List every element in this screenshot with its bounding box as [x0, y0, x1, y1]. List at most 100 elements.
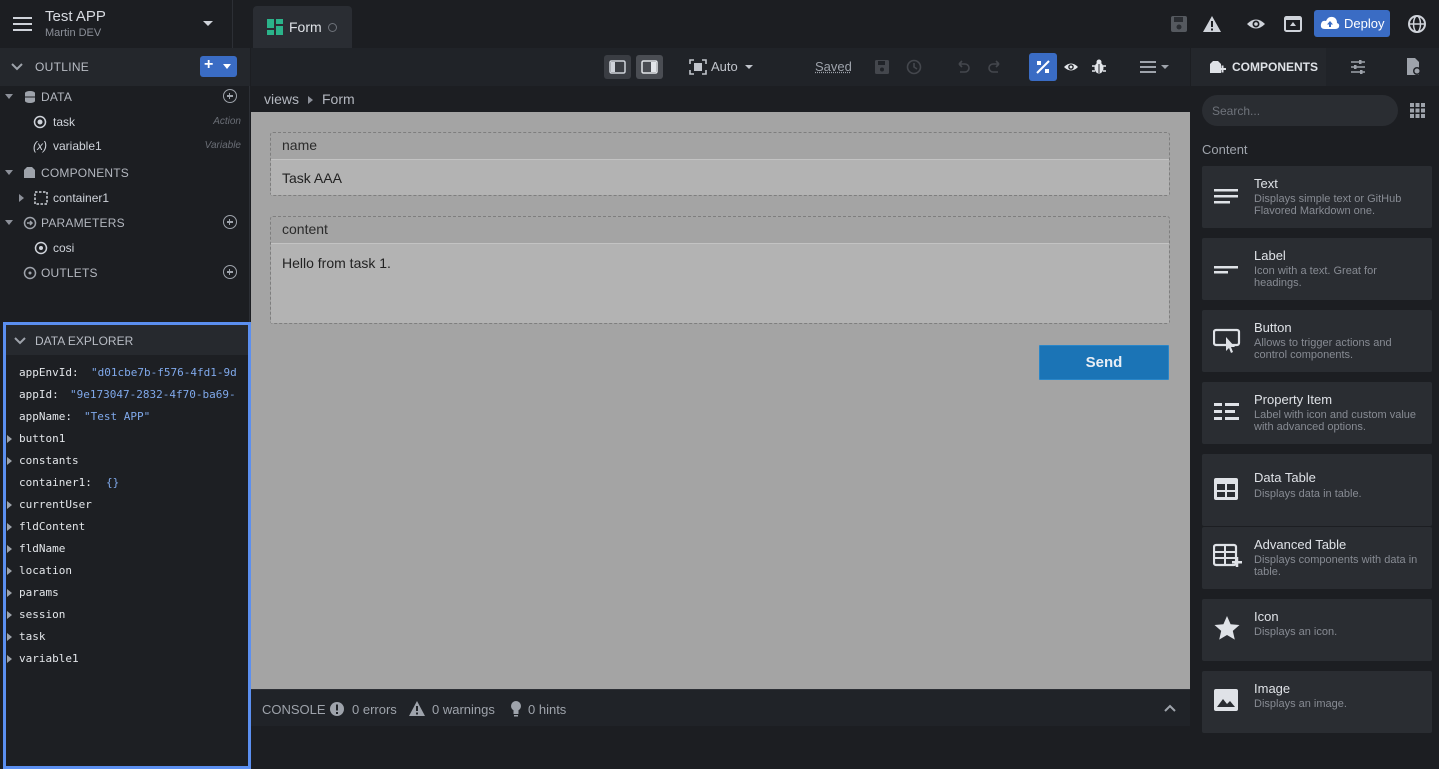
outline-section-data[interactable]: DATA [0, 86, 250, 108]
outline-item-variable1[interactable]: (x) variable1 Variable [0, 135, 250, 157]
warning-icon[interactable] [1201, 13, 1223, 35]
label-icon [1213, 255, 1239, 281]
eye-icon[interactable] [1063, 60, 1079, 74]
add-button[interactable]: + [200, 56, 237, 77]
data-explorer-row[interactable]: variable1 [6, 648, 248, 670]
chevron-down-icon[interactable] [10, 60, 24, 74]
data-explorer-row[interactable]: button1 [6, 428, 248, 450]
add-circle-icon[interactable] [223, 89, 237, 103]
settings-sliders-icon[interactable] [1349, 58, 1367, 76]
content-textarea[interactable]: Hello from task 1. [271, 243, 1169, 323]
content-label: content [282, 221, 328, 237]
breadcrumb-current[interactable]: Form [322, 91, 355, 107]
component-card-label[interactable]: Label Icon with a text. Great for headin… [1202, 238, 1432, 300]
bug-icon[interactable] [1092, 59, 1106, 75]
close-icon[interactable] [328, 23, 337, 32]
component-search-input[interactable] [1202, 95, 1398, 126]
chevron-up-icon[interactable] [1164, 704, 1176, 712]
add-circle-icon[interactable] [223, 265, 237, 279]
component-card-button[interactable]: Button Allows to trigger actions and con… [1202, 310, 1432, 372]
eye-icon[interactable] [1245, 13, 1267, 35]
console-label[interactable]: CONSOLE [262, 702, 326, 717]
data-explorer-row[interactable]: appEnvId: "d01cbe7b-f576-4fd1-9d [6, 362, 248, 384]
outline-item-cosi[interactable]: cosi [0, 237, 250, 259]
row-key: appEnvId: [19, 366, 79, 379]
component-card-icon[interactable]: Icon Displays an icon. [1202, 599, 1432, 661]
design-mode-button[interactable] [1029, 53, 1057, 81]
redo-icon[interactable] [986, 58, 1004, 76]
globe-icon[interactable] [1406, 13, 1428, 35]
save-icon[interactable] [1168, 13, 1190, 35]
grid-view-icon[interactable] [1410, 103, 1425, 118]
tab-form[interactable]: Form [253, 6, 352, 48]
undo-icon[interactable] [954, 58, 972, 76]
data-explorer-row[interactable]: currentUser [6, 494, 248, 516]
component-card-advanced-table[interactable]: Advanced Table Displays components with … [1202, 527, 1432, 589]
zoom-select[interactable]: Auto [711, 59, 738, 74]
row-value: "Test APP" [84, 410, 150, 423]
outline-item-task[interactable]: task Action [0, 111, 250, 133]
caret-right-icon[interactable] [7, 545, 12, 553]
tab-components[interactable]: COMPONENTS [1191, 48, 1326, 86]
property-list-icon [1213, 399, 1241, 425]
caret-right-icon[interactable] [7, 435, 12, 443]
caret-right-icon[interactable] [7, 567, 12, 575]
component-card-property-item[interactable]: Property Item Label with icon and custom… [1202, 382, 1432, 444]
outline-section-outlets[interactable]: OUTLETS [0, 262, 250, 284]
open-window-icon[interactable] [1282, 13, 1304, 35]
add-circle-icon[interactable] [223, 215, 237, 229]
item-label: cosi [53, 241, 74, 255]
data-explorer-row[interactable]: fldName [6, 538, 248, 560]
file-settings-icon[interactable] [1405, 57, 1423, 77]
app-environment: Martin DEV [45, 27, 101, 39]
caret-right-icon[interactable] [7, 655, 12, 663]
caret-down-icon[interactable] [1161, 65, 1169, 70]
sidebar-left-toggle[interactable] [604, 55, 631, 79]
caret-right-icon[interactable] [7, 589, 12, 597]
data-explorer-row[interactable]: session [6, 604, 248, 626]
caret-right-icon[interactable] [7, 457, 12, 465]
chevron-down-icon[interactable] [201, 17, 215, 31]
deploy-button[interactable]: Deploy [1314, 10, 1390, 37]
caret-right-icon[interactable] [7, 523, 12, 531]
caret-down-icon[interactable] [745, 65, 753, 70]
component-card-text[interactable]: Text Displays simple text or GitHub Flav… [1202, 166, 1432, 228]
history-icon[interactable] [905, 58, 923, 76]
component-card-data-table[interactable]: Data Table Displays data in table. [1202, 454, 1432, 526]
app-title[interactable]: Test APP [45, 8, 106, 25]
data-explorer-row[interactable]: location [6, 560, 248, 582]
console-bar[interactable]: CONSOLE 0 errors 0 warnings 0 hints [251, 689, 1190, 726]
outline-section-parameters[interactable]: PARAMETERS [0, 212, 250, 234]
fit-screen-icon[interactable] [689, 59, 707, 75]
data-explorer-panel: DATA EXPLORER appEnvId: "d01cbe7b-f576-4f… [3, 322, 251, 769]
row-key: fldContent [19, 520, 85, 533]
row-key: appId: [19, 388, 59, 401]
row-value: "d01cbe7b-f576-4fd1-9d [91, 366, 237, 379]
component-name: Data Table [1254, 470, 1316, 485]
data-explorer-row[interactable]: constants [6, 450, 248, 472]
component-card-image[interactable]: Image Displays an image. [1202, 671, 1432, 733]
data-explorer-row[interactable]: task [6, 626, 248, 648]
menu-lines-icon[interactable] [1139, 60, 1157, 74]
caret-down-icon [5, 94, 13, 100]
data-explorer-row[interactable]: container1: {} [6, 472, 248, 494]
save-icon[interactable] [874, 59, 890, 75]
caret-right-icon[interactable] [7, 611, 12, 619]
chevron-down-icon[interactable] [13, 334, 27, 348]
sidebar-right-toggle[interactable] [636, 55, 663, 79]
menu-icon[interactable] [12, 14, 34, 34]
outline-section-components[interactable]: COMPONENTS [0, 162, 250, 184]
data-explorer-row[interactable]: appName: "Test APP" [6, 406, 248, 428]
breadcrumb-root[interactable]: views [264, 91, 299, 107]
caret-right-icon[interactable] [7, 633, 12, 641]
data-explorer-row[interactable]: appId: "9e173047-2832-4f70-ba69- [6, 384, 248, 406]
data-explorer-row[interactable]: params [6, 582, 248, 604]
caret-right-icon[interactable] [7, 501, 12, 509]
data-explorer-row[interactable]: fldContent [6, 516, 248, 538]
send-button[interactable]: Send [1039, 345, 1169, 380]
item-kind: Variable [205, 140, 241, 151]
name-input[interactable]: Task AAA [271, 159, 1169, 195]
caret-right-icon[interactable] [19, 194, 25, 202]
data-explorer-header[interactable]: DATA EXPLORER [6, 325, 248, 355]
outline-item-container1[interactable]: container1 [0, 187, 250, 209]
